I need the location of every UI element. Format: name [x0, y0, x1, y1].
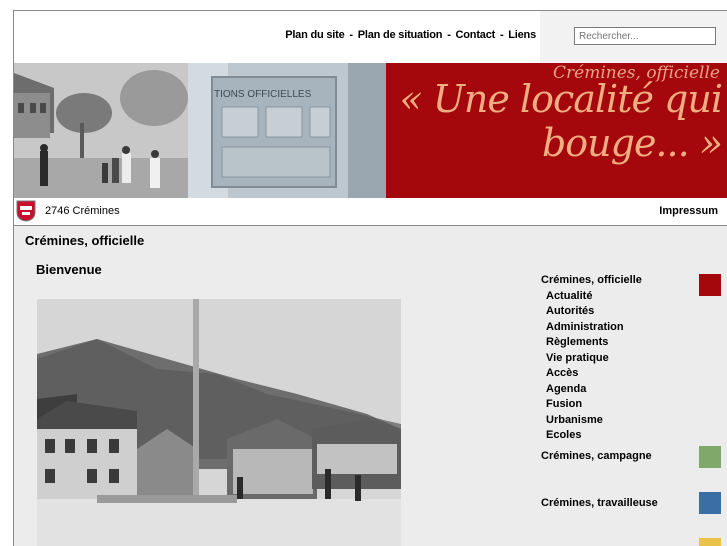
nav-contact-link[interactable]: Contact	[456, 29, 496, 41]
official-notice-board-photo: TIONS OFFICIELLES	[188, 63, 386, 198]
nav-plan-du-site-link[interactable]: Plan du site	[285, 29, 345, 41]
page-title: Crémines, officielle	[25, 233, 145, 248]
submenu-item-vie-pratique[interactable]: Vie pratique	[546, 352, 609, 364]
menu-swatch-campagne[interactable]	[699, 446, 721, 468]
info-bar: 2746 Crémines Impressum	[14, 198, 727, 226]
submenu-item-administration[interactable]: Administration	[546, 321, 624, 333]
top-bar: Plan du site - Plan de situation - Conta…	[14, 11, 727, 63]
menu-swatch-travailleuse[interactable]	[699, 492, 721, 514]
submenu-item-actualite[interactable]: Actualité	[546, 290, 592, 302]
submenu-item-fusion[interactable]: Fusion	[546, 398, 582, 410]
banner-tagline-line1: « Une localité qui	[399, 77, 723, 121]
menu-cremines-campagne[interactable]: Crémines, campagne	[541, 450, 652, 462]
menu-cremines-officielle[interactable]: Crémines, officielle	[541, 274, 642, 286]
submenu-item-agenda[interactable]: Agenda	[546, 383, 586, 395]
submenu-item-reglements[interactable]: Règlements	[546, 336, 608, 348]
nav-plan-de-situation-link[interactable]: Plan de situation	[358, 29, 443, 41]
tagline-panel: Crémines, officielle « Une localité qui …	[386, 63, 727, 198]
nav-separator: -	[349, 29, 353, 41]
submenu-item-urbanisme[interactable]: Urbanisme	[546, 414, 603, 426]
banner-tagline-line2: bouge... »	[541, 121, 723, 165]
top-navigation: Plan du site - Plan de situation - Conta…	[285, 29, 536, 41]
nav-separator: -	[447, 29, 451, 41]
search-area	[540, 11, 727, 63]
historic-village-photo	[37, 299, 401, 546]
menu-swatch-officielle[interactable]	[699, 274, 721, 296]
search-input[interactable]	[574, 27, 716, 45]
page-frame: Plan du site - Plan de situation - Conta…	[13, 10, 727, 546]
impressum-link[interactable]: Impressum	[659, 205, 718, 217]
menu-cremines-travailleuse[interactable]: Crémines, travailleuse	[541, 497, 658, 509]
welcome-heading: Bienvenue	[36, 262, 102, 277]
submenu-item-acces[interactable]: Accès	[546, 367, 578, 379]
submenu-item-autorites[interactable]: Autorités	[546, 305, 594, 317]
nav-liens-link[interactable]: Liens	[508, 29, 536, 41]
submenu-item-ecoles[interactable]: Ecoles	[546, 429, 581, 441]
village-square-photo	[14, 63, 188, 198]
notice-board-heading: TIONS OFFICIELLES	[214, 89, 312, 100]
postal-locality: 2746 Crémines	[45, 205, 120, 217]
coat-of-arms-icon	[16, 200, 36, 222]
header-banner: TIONS OFFICIELLES Crémines, officielle «…	[14, 63, 727, 198]
nav-separator: -	[499, 29, 504, 41]
